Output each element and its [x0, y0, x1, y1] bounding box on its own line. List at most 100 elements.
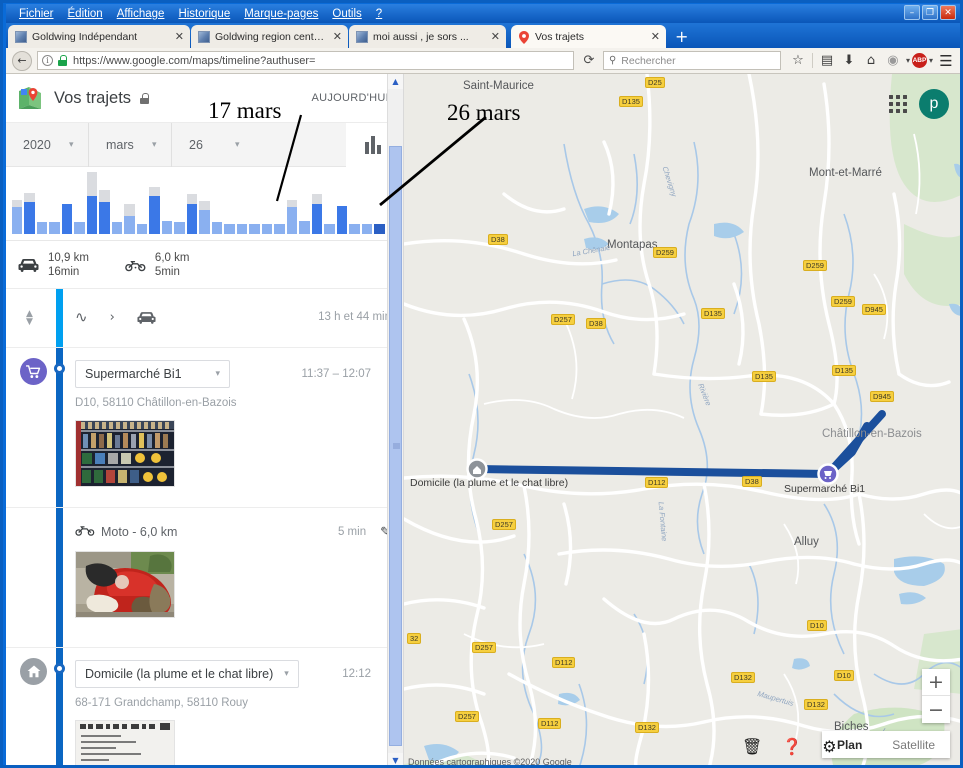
- close-button[interactable]: ✕: [940, 5, 956, 20]
- chart-bar[interactable]: [49, 222, 60, 234]
- timeline-row-duration[interactable]: ▲ ▼ ∿ › 13 h et 44 min: [6, 289, 403, 348]
- chart-bar[interactable]: [149, 187, 160, 234]
- download-icon[interactable]: ⬇: [838, 53, 860, 68]
- help-icon[interactable]: ❓: [782, 737, 802, 756]
- minimize-button[interactable]: –: [904, 5, 920, 20]
- chart-bar[interactable]: [61, 204, 73, 234]
- timeline-row-place-supermarket[interactable]: Supermarché Bi1 ▾ 11:37 – 12:07 ⋮ D10, 5…: [6, 348, 403, 508]
- menu-historique[interactable]: Historique: [171, 7, 237, 21]
- chart-bar[interactable]: [211, 222, 223, 234]
- menu-affichage[interactable]: Affichage: [110, 7, 172, 21]
- star-icon[interactable]: ☆: [787, 53, 809, 68]
- daily-distance-chart[interactable]: [6, 167, 403, 241]
- scroll-up-arrow[interactable]: ▲: [388, 74, 403, 89]
- chart-bar[interactable]: [111, 222, 123, 234]
- menu-historique-label: Historique: [178, 7, 231, 20]
- today-button[interactable]: AUJOURD'HUI: [311, 92, 389, 104]
- zoom-out-button[interactable]: −: [922, 696, 950, 723]
- avatar[interactable]: p: [919, 89, 949, 119]
- library-icon[interactable]: ▤: [816, 53, 838, 68]
- chart-bar[interactable]: [361, 224, 373, 234]
- tab-moi-aussi-je-sors[interactable]: moi aussi , je sors ... ✕: [349, 25, 506, 48]
- chart-bar[interactable]: [161, 221, 173, 234]
- chart-bar[interactable]: [311, 194, 323, 234]
- map-canvas[interactable]: Saint-Maurice Mont-et-Marré Montapas Châ…: [404, 74, 960, 765]
- tab-goldwing-independant[interactable]: Goldwing Indépendant ✕: [8, 25, 190, 48]
- adblock-icon[interactable]: ABP: [911, 53, 927, 68]
- map-type-satellite[interactable]: Satellite: [877, 731, 950, 758]
- info-icon[interactable]: i: [42, 55, 53, 66]
- menu-fichier-label: Fichier: [19, 7, 54, 20]
- back-arrow-icon[interactable]: ←: [12, 50, 32, 71]
- chart-bar[interactable]: [249, 224, 260, 234]
- map-town-label: Montapas: [607, 239, 658, 251]
- zoom-in-button[interactable]: +: [922, 669, 950, 696]
- chart-bar[interactable]: [199, 201, 210, 234]
- menu-bar: Fichier Édition Affichage Historique Mar…: [6, 4, 960, 23]
- tab-close-icon[interactable]: ✕: [651, 30, 660, 43]
- scroll-down-arrow[interactable]: ▼: [388, 753, 403, 765]
- chart-bar[interactable]: [24, 193, 35, 234]
- chart-bar[interactable]: [12, 200, 23, 234]
- timeline-row-travel-moto[interactable]: Moto - 6,0 km 5 min ✎: [6, 508, 403, 648]
- chart-bar[interactable]: [174, 222, 185, 234]
- chart-bar[interactable]: [286, 200, 298, 234]
- hamburger-menu-icon[interactable]: ☰: [935, 52, 957, 70]
- chevron-down-icon[interactable]: ▾: [906, 56, 910, 65]
- home-icon[interactable]: ⌂: [860, 53, 882, 68]
- sync-icon[interactable]: ◉: [882, 53, 904, 68]
- chart-bar[interactable]: [186, 194, 198, 234]
- reload-icon[interactable]: ⟳: [579, 53, 599, 68]
- menu-edition[interactable]: Édition: [61, 7, 110, 21]
- timeline-row-place-home[interactable]: Domicile (la plume et le chat libre) ▾ 1…: [6, 648, 403, 765]
- tab-goldwing-region-centre[interactable]: Goldwing region centre [Biehl... ✕: [191, 25, 348, 48]
- chart-bar[interactable]: [99, 190, 110, 234]
- travel-photo-motorcycle[interactable]: [75, 551, 175, 618]
- menu-aide[interactable]: ?: [369, 7, 389, 21]
- trash-icon[interactable]: 🗑: [742, 737, 762, 756]
- panel-scrollbar[interactable]: ▲ ▼: [387, 74, 403, 765]
- url-bar[interactable]: i https://www.google.com/maps/timeline?a…: [37, 51, 574, 70]
- place-photo-supermarket[interactable]: [75, 420, 175, 487]
- forum-favicon-icon: [356, 30, 368, 43]
- place-name-dropdown[interactable]: Supermarché Bi1 ▾: [75, 360, 230, 388]
- chart-bar[interactable]: [74, 222, 85, 234]
- maximize-button[interactable]: ❐: [922, 5, 938, 20]
- scrollbar-thumb[interactable]: [389, 146, 402, 746]
- tab-close-icon[interactable]: ✕: [175, 30, 184, 43]
- expand-collapse-icon[interactable]: ▲ ▼: [26, 310, 33, 327]
- month-select[interactable]: mars ▾: [89, 123, 171, 167]
- settings-gear-icon[interactable]: ⚙: [822, 737, 836, 756]
- chart-bar[interactable]: [86, 172, 98, 234]
- search-input[interactable]: ⚲ Rechercher: [602, 51, 781, 70]
- tab-close-icon[interactable]: ✕: [333, 30, 342, 43]
- tab-strip: Goldwing Indépendant ✕ Goldwing region c…: [6, 23, 960, 48]
- new-tab-button[interactable]: +: [675, 27, 688, 46]
- place-time: 12:12: [342, 668, 371, 680]
- chart-bar[interactable]: [299, 221, 310, 234]
- menu-outils[interactable]: Outils: [325, 7, 368, 21]
- place-photo-document[interactable]: [75, 720, 175, 765]
- menu-marque-pages[interactable]: Marque-pages: [237, 7, 325, 21]
- place-name-dropdown[interactable]: Domicile (la plume et le chat libre) ▾: [75, 660, 299, 688]
- annotation-26-mars: 26 mars: [447, 100, 521, 125]
- chart-bar[interactable]: [336, 206, 348, 234]
- chart-bar[interactable]: [261, 224, 273, 234]
- chart-bar[interactable]: [124, 204, 135, 234]
- chart-bar[interactable]: [349, 224, 360, 234]
- chart-bar[interactable]: [324, 224, 335, 234]
- chart-bar[interactable]: [136, 224, 148, 234]
- chevron-down-icon[interactable]: ▾: [929, 56, 933, 65]
- chart-bar[interactable]: [224, 224, 235, 234]
- chart-bar[interactable]: [236, 224, 248, 234]
- apps-grid-icon[interactable]: [889, 95, 907, 113]
- chart-bar[interactable]: [374, 224, 385, 234]
- chart-bar[interactable]: [36, 222, 48, 234]
- chart-bar-secondary: [286, 200, 298, 207]
- menu-fichier[interactable]: Fichier: [12, 7, 61, 21]
- year-select[interactable]: 2020 ▾: [6, 123, 88, 167]
- tab-vos-trajets[interactable]: Vos trajets ✕: [511, 25, 666, 48]
- day-select[interactable]: 26 ▾: [172, 123, 250, 167]
- chart-bar[interactable]: [274, 224, 285, 234]
- tab-close-icon[interactable]: ✕: [491, 30, 500, 43]
